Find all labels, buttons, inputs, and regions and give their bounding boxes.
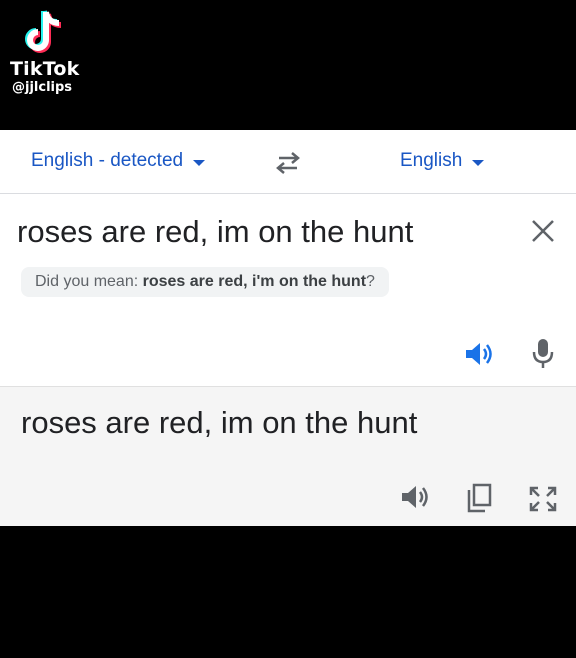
suggestion-prefix: Did you mean: — [35, 273, 139, 290]
tiktok-username: @jjlclips — [12, 80, 73, 95]
language-bar: English - detected English — [0, 130, 576, 194]
tiktok-brand-label: TikTok — [10, 58, 80, 80]
copy-icon[interactable] — [466, 483, 492, 513]
translated-text: roses are red, im on the hunt — [21, 405, 418, 440]
translate-panel: English - detected English roses are red… — [0, 130, 576, 526]
caret-down-icon — [472, 159, 485, 166]
source-language-selector[interactable]: English - detected — [31, 150, 206, 172]
source-text-area[interactable]: roses are red, im on the hunt Did you me… — [0, 194, 576, 386]
fullscreen-icon[interactable] — [528, 485, 558, 513]
microphone-icon[interactable] — [532, 338, 554, 370]
swap-languages-icon[interactable] — [273, 150, 303, 176]
tiktok-logo-icon — [25, 10, 62, 53]
target-language-selector[interactable]: English — [400, 150, 485, 172]
close-icon[interactable] — [530, 218, 556, 244]
source-language-label: English - detected — [31, 150, 184, 171]
suggestion-link[interactable]: roses are red, i'm on the hunt — [143, 273, 366, 290]
did-you-mean-suggestion[interactable]: Did you mean: roses are red, i'm on the … — [21, 267, 389, 297]
caret-down-icon — [193, 159, 206, 166]
speaker-icon[interactable] — [400, 483, 430, 511]
speaker-icon[interactable] — [464, 340, 494, 368]
suggestion-suffix: ? — [366, 273, 375, 290]
source-text[interactable]: roses are red, im on the hunt — [17, 214, 413, 250]
video-frame: TikTok @jjlclips English - detected Engl… — [0, 0, 576, 658]
translation-result-area: roses are red, im on the hunt — [0, 386, 576, 526]
target-language-label: English — [400, 150, 463, 171]
